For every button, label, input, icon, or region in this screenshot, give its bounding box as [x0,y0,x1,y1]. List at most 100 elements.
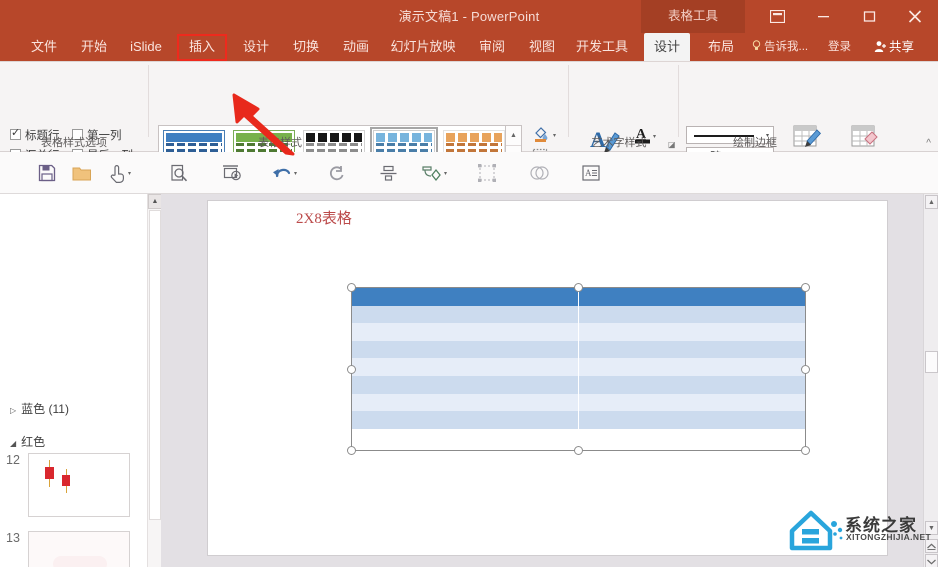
table-row[interactable] [352,411,805,429]
section-blue[interactable]: ▷ 蓝色 (11) [10,400,69,417]
wordart-dialog-launcher-icon[interactable]: ◪ [668,140,676,149]
resize-handle-sw[interactable] [347,446,356,455]
table-cell[interactable] [578,323,805,341]
sidebar-scroll-thumb[interactable] [149,210,161,520]
chevron-down-icon[interactable]: ◢ [10,439,16,448]
current-slide-canvas[interactable]: 2X8表格 [208,201,887,555]
stage-scroll-up-icon[interactable]: ▲ [925,195,938,209]
resize-handle-e[interactable] [801,365,810,374]
table-cell[interactable] [578,375,805,394]
slide-thumbnail-12[interactable] [28,453,130,517]
section-red-label: 红色 [21,435,46,449]
minimize-button[interactable] [800,0,846,33]
tab-slideshow[interactable]: 幻灯片放映 [384,33,462,61]
tab-transitions[interactable]: 切换 [284,33,328,61]
sidebar-scroll-up-icon[interactable]: ▲ [148,194,162,209]
open-folder-icon[interactable] [72,160,92,186]
close-button[interactable] [892,0,938,33]
table-cell[interactable] [352,411,579,429]
shading-caret-icon[interactable]: ▾ [553,132,556,139]
merge-shapes-icon[interactable] [530,160,549,186]
resize-handle-w[interactable] [347,365,356,374]
slide-thumbnail-panel[interactable]: ▷蓝色 (11) ◢红色 12 13 14 [0,194,146,567]
table-cell[interactable] [352,288,579,306]
tab-islide[interactable]: iSlide [122,33,170,61]
gallery-scroll-up-icon[interactable]: ▲ [506,126,521,146]
table-element[interactable] [352,288,805,429]
resize-handle-ne[interactable] [801,283,810,292]
table-row[interactable] [352,323,805,341]
slide-table[interactable] [347,283,810,455]
tell-me-box[interactable]: 告诉我... [752,33,808,61]
slide-thumbnail-13[interactable] [28,531,130,567]
resize-handle-s[interactable] [574,446,583,455]
undo-icon[interactable]: ▾ [272,160,297,186]
table-cell[interactable] [352,393,579,412]
touch-mode-caret-icon[interactable]: ▾ [128,170,131,177]
tab-file[interactable]: 文件 [22,33,66,61]
shading-button[interactable]: ▾ [532,125,556,146]
window-controls [754,0,938,33]
table-row[interactable] [352,305,805,324]
undo-caret-icon[interactable]: ▾ [294,170,297,177]
tab-view[interactable]: 视图 [520,33,564,61]
align-icon[interactable] [380,160,397,186]
tab-table-layout[interactable]: 布局 [698,33,744,61]
text-box-icon[interactable]: A [582,160,600,186]
tell-me-label: 告诉我... [764,41,809,53]
print-preview-icon[interactable] [170,160,189,186]
table-cell[interactable] [352,323,579,341]
table-cell[interactable] [578,305,805,324]
section-blue-label: 蓝色 (11) [21,402,69,416]
table-cell[interactable] [578,358,805,376]
select-objects-icon[interactable] [478,160,496,186]
tab-review[interactable]: 审阅 [470,33,514,61]
table-cell[interactable] [578,288,805,306]
quick-access-toolbar: ▾ ▾ ▾ A [0,152,938,194]
table-cell[interactable] [578,393,805,412]
tab-insert[interactable]: 插入 [178,33,226,61]
table-row[interactable] [352,358,805,376]
tab-home[interactable]: 开始 [72,33,116,61]
resize-handle-n[interactable] [574,283,583,292]
slide-title-text[interactable]: 2X8表格 [296,207,352,228]
table-row[interactable] [352,375,805,394]
maximize-button[interactable] [846,0,892,33]
resize-handle-nw[interactable] [347,283,356,292]
group-label-table-style-options: 表格样式选项 [41,137,107,149]
ribbon-tab-strip: 文件 开始 iSlide 插入 设计 切换 动画 幻灯片放映 审阅 视图 开发工… [0,33,938,61]
table-cell[interactable] [578,411,805,429]
table-row[interactable] [352,393,805,412]
sign-in-label: 登录 [828,41,851,53]
tab-developer[interactable]: 开发工具 [570,33,634,61]
save-icon[interactable] [38,160,56,186]
tab-design[interactable]: 设计 [234,33,278,61]
table-row[interactable] [352,340,805,359]
sign-in-button[interactable]: 登录 [828,33,851,61]
lightbulb-icon [752,34,761,50]
shapes-icon[interactable]: ▾ [422,160,447,186]
sidebar-scrollbar[interactable]: ▲ [147,194,162,567]
stage-scroll-thumb[interactable] [925,351,938,373]
slideshow-icon[interactable] [222,160,242,186]
resize-handle-se[interactable] [801,446,810,455]
group-separator-3 [678,65,679,137]
chevron-right-icon[interactable]: ▷ [10,406,16,415]
touch-mode-icon[interactable]: ▾ [110,160,131,186]
table-cell[interactable] [578,340,805,359]
tab-table-design[interactable]: 设计 [644,33,690,61]
table-cell[interactable] [352,340,579,359]
ribbon-display-options-icon[interactable] [754,0,800,33]
section-red[interactable]: ◢ 红色 [10,433,45,450]
collapse-ribbon-icon[interactable]: ^ [926,138,931,149]
table-cell[interactable] [352,375,579,394]
shapes-caret-icon[interactable]: ▾ [444,170,447,177]
table-cell[interactable] [352,305,579,324]
next-slide-button[interactable] [925,554,938,567]
group-separator-2 [568,65,569,137]
table-cell[interactable] [352,358,579,376]
share-button[interactable]: 共享 [874,33,914,61]
tab-animations[interactable]: 动画 [334,33,378,61]
watermark-en-text: XITONGZHIJIA.NET [846,532,932,542]
redo-icon[interactable] [328,160,345,186]
